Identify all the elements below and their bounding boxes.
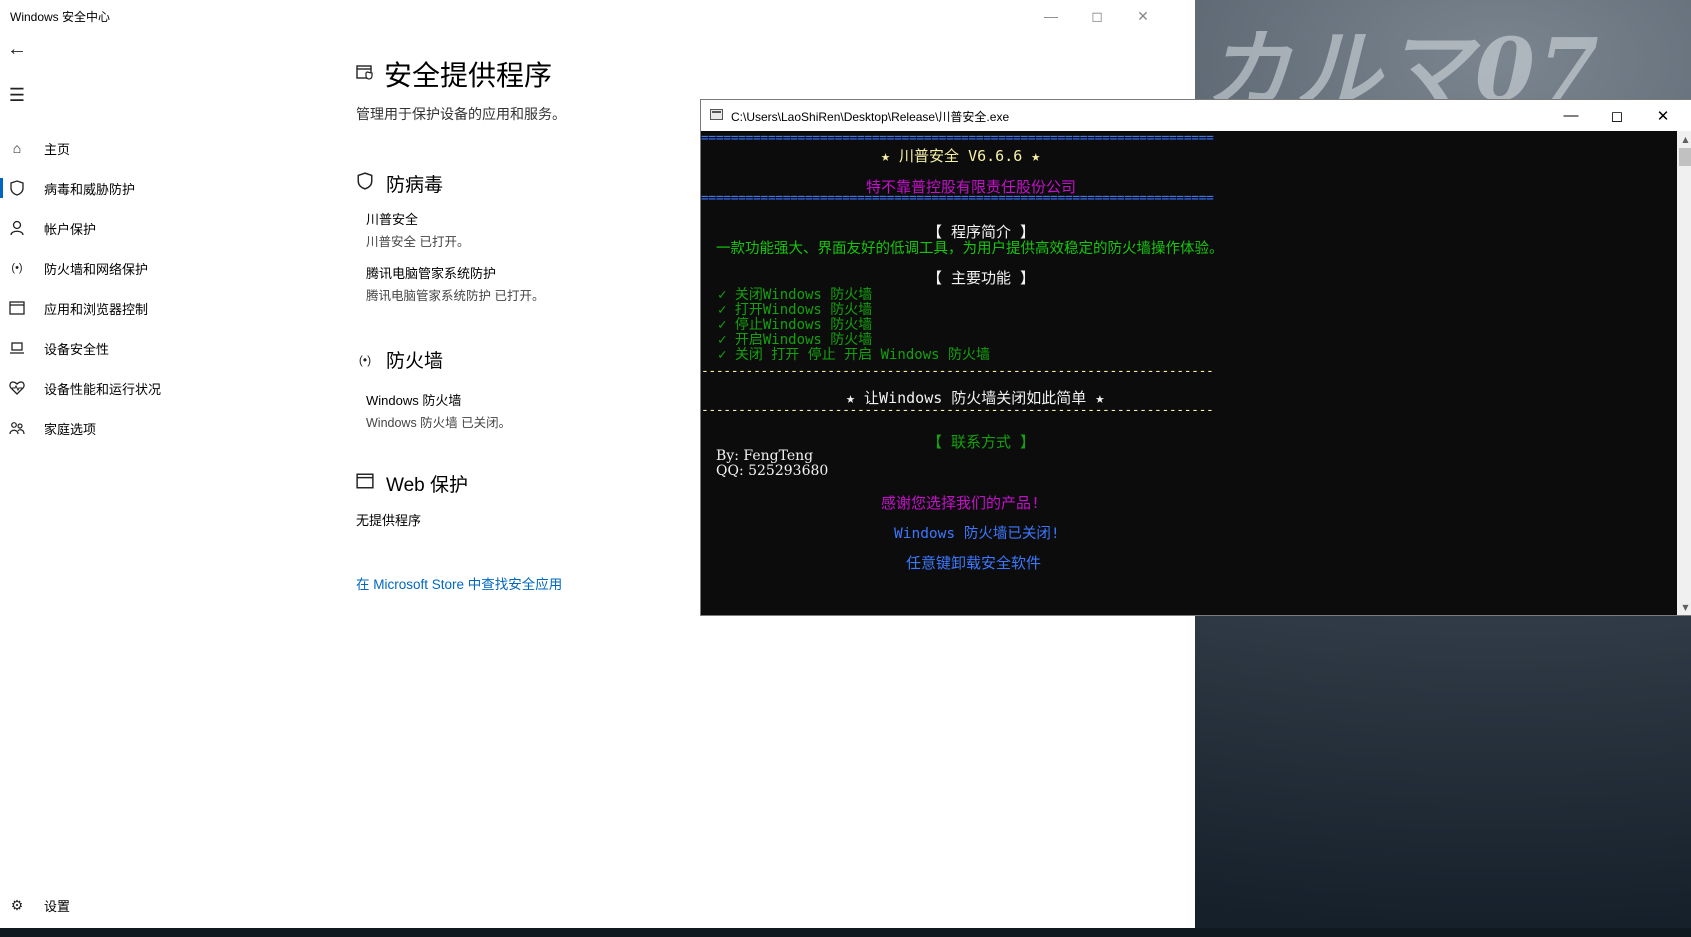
sidebar-item-label: 设备性能和运行状况	[44, 381, 162, 397]
feature-item: ✓ 关闭 打开 停止 开启 Windows 防火墙	[718, 347, 991, 363]
separator-line: ----------------------------------------…	[701, 403, 1214, 418]
sidebar-item-account-protection[interactable]: 帐户保护	[0, 208, 260, 248]
family-icon	[8, 419, 26, 437]
antivirus-heading: 防病毒	[356, 170, 443, 197]
provider-status: 腾讯电脑管家系统防护 已打开。	[366, 289, 545, 303]
sidebar-item-settings[interactable]: ⚙ 设置	[0, 885, 70, 925]
sidebar-item-home[interactable]: ⌂ 主页	[0, 128, 260, 168]
provider-status: 川普安全 已打开。	[366, 235, 470, 249]
sidebar-nav: ⌂ 主页 病毒和威胁防护 帐户保护 (•) 防火墙和网络保护 应用和浏览器控制	[0, 128, 260, 448]
page-subtitle: 管理用于保护设备的应用和服务。	[356, 106, 566, 122]
scroll-down-arrow-icon[interactable]: ▼	[1677, 599, 1691, 615]
console-close-button[interactable]: ✕	[1640, 100, 1686, 131]
separator-line: ----------------------------------------…	[701, 364, 1214, 379]
provider-entry: 腾讯电脑管家系统防护 腾讯电脑管家系统防护 已打开。	[366, 263, 544, 304]
intro-text: 一款功能强大、界面友好的低调工具，为用户提供高效稳定的防火墙操作体验。	[716, 241, 1224, 257]
window-title: Windows 安全中心	[10, 10, 111, 24]
separator-line: ========================================…	[701, 191, 1214, 206]
minimize-button[interactable]: —	[1028, 0, 1074, 32]
web-protection-heading: Web 保护	[356, 470, 468, 497]
scrollbar-thumb[interactable]	[1679, 148, 1691, 166]
console-window: C:\Users\LaoShiRen\Desktop\Release\川普安全.…	[700, 99, 1691, 616]
antenna-icon: (•)	[11, 262, 23, 274]
sidebar-item-virus-protection[interactable]: 病毒和威胁防护	[0, 168, 260, 208]
firewall-heading: (•) 防火墙	[356, 346, 443, 373]
heart-pulse-icon	[8, 379, 26, 397]
browser-window-icon	[356, 473, 374, 494]
status-line: Windows 防火墙已关闭!	[894, 526, 1060, 542]
provider-entry: 川普安全 川普安全 已打开。	[366, 209, 469, 250]
person-icon	[8, 219, 26, 237]
sidebar-item-family-options[interactable]: 家庭选项	[0, 408, 260, 448]
taskbar	[0, 928, 1691, 937]
antenna-icon: (•)	[358, 352, 372, 367]
gear-icon: ⚙	[10, 896, 24, 913]
provider-status: Windows 防火墙 已关闭。	[366, 416, 512, 430]
contact-heading: 【 联系方式 】	[927, 433, 1036, 451]
sidebar-item-app-browser-control[interactable]: 应用和浏览器控制	[0, 288, 260, 328]
maximize-button[interactable]: ◻	[1074, 0, 1120, 32]
store-link[interactable]: 在 Microsoft Store 中查找安全应用	[356, 573, 562, 593]
contact-qq: QQ: 525293680	[716, 463, 829, 479]
sidebar-item-label: 设备安全性	[44, 341, 110, 357]
app-title-line: ★ 川普安全 V6.6.6 ★	[881, 147, 1041, 165]
features-heading: 【 主要功能 】	[927, 269, 1036, 287]
back-arrow-icon[interactable]: ←	[6, 38, 28, 60]
sidebar-item-label: 设置	[44, 898, 71, 914]
sidebar-item-label: 防火墙和网络保护	[44, 261, 149, 277]
console-maximize-button[interactable]: ◻	[1594, 100, 1640, 131]
sidebar-item-label: 病毒和威胁防护	[44, 181, 136, 197]
page-title: 安全提供程序	[356, 54, 552, 94]
shield-icon	[8, 179, 26, 197]
sidebar-item-firewall[interactable]: (•) 防火墙和网络保护	[0, 248, 260, 288]
prompt-line: 任意键卸载安全软件	[906, 554, 1042, 572]
provider-name: 川普安全	[366, 212, 419, 227]
provider-name: 腾讯电脑管家系统防护	[366, 266, 497, 281]
sidebar-item-label: 帐户保护	[44, 221, 97, 237]
shield-icon	[356, 172, 374, 195]
close-button[interactable]: ✕	[1120, 0, 1166, 32]
sidebar-item-label: 家庭选项	[44, 421, 97, 437]
sidebar-item-label: 主页	[44, 141, 71, 157]
no-provider-text: 无提供程序	[356, 513, 422, 528]
hamburger-menu-icon[interactable]: ☰	[6, 84, 28, 106]
sidebar-item-device-health[interactable]: 设备性能和运行状况	[0, 368, 260, 408]
console-app-icon	[710, 109, 723, 120]
home-icon: ⌂	[12, 140, 22, 156]
laptop-icon	[8, 339, 26, 357]
console-scrollbar[interactable]: ▲ ▼	[1677, 131, 1691, 615]
provider-name: Windows 防火墙	[366, 393, 462, 408]
contact-by: By: FengTeng	[716, 448, 814, 464]
separator-line: ========================================…	[701, 131, 1214, 146]
provider-list-icon	[356, 64, 374, 85]
scroll-up-arrow-icon[interactable]: ▲	[1677, 131, 1691, 147]
sidebar-item-device-security[interactable]: 设备安全性	[0, 328, 260, 368]
title-bar: Windows 安全中心 — ◻ ✕	[0, 0, 1195, 32]
console-title: C:\Users\LaoShiRen\Desktop\Release\川普安全.…	[731, 110, 1010, 124]
browser-window-icon	[8, 299, 26, 317]
console-title-bar: C:\Users\LaoShiRen\Desktop\Release\川普安全.…	[701, 100, 1691, 131]
thanks-line: 感谢您选择我们的产品!	[881, 494, 1041, 512]
console-output: ========================================…	[701, 131, 1677, 615]
sidebar-item-label: 应用和浏览器控制	[44, 301, 149, 317]
console-minimize-button[interactable]: —	[1548, 100, 1594, 131]
provider-entry: Windows 防火墙 Windows 防火墙 已关闭。	[366, 390, 511, 431]
